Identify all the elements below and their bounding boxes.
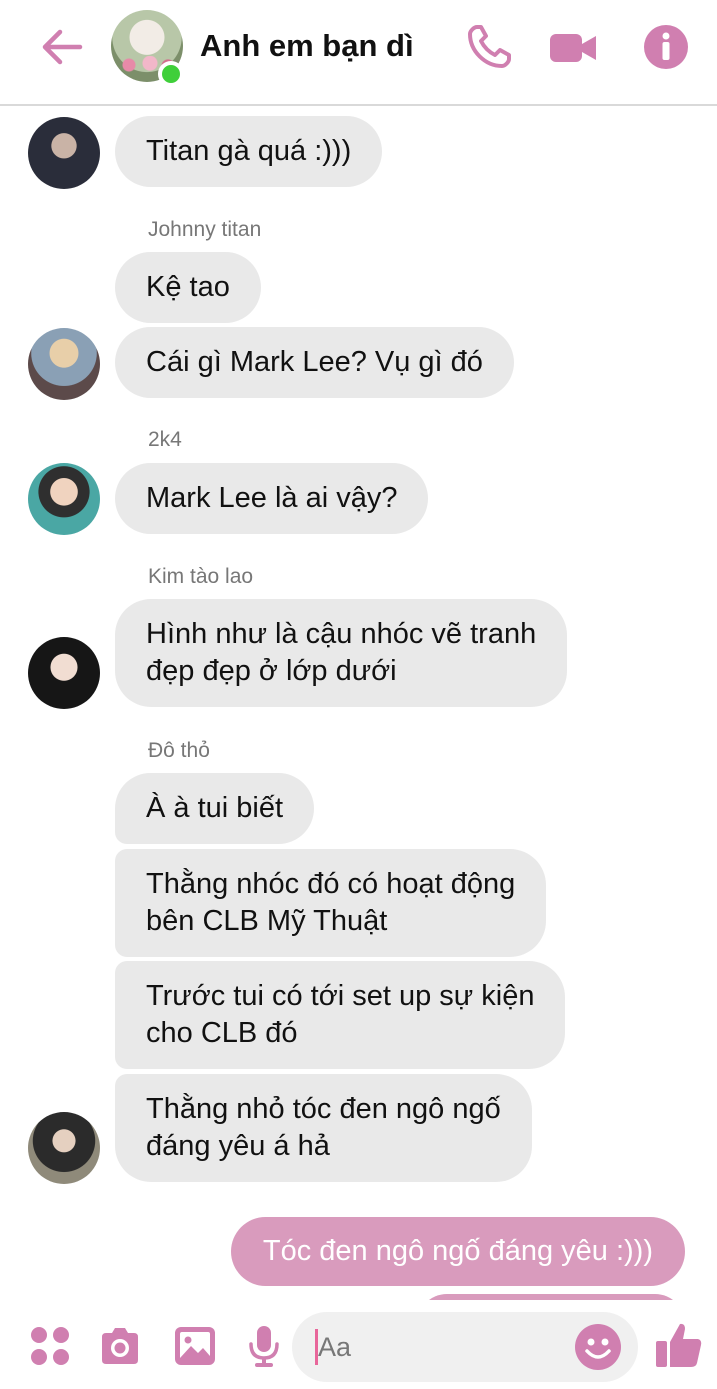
message-bubble[interactable]: Trước tui có tới set up sự kiện cho CLB … <box>115 961 566 1069</box>
message-line: cho CLB đó <box>146 1017 298 1049</box>
sender-name: Kim tào lao <box>148 565 254 588</box>
message-bubble[interactable]: Cái gì Mark Lee? Vụ gì đó <box>115 327 514 398</box>
message-line: đáng yêu á hả <box>146 1130 330 1162</box>
message-line: Trước tui có tới set up sự kiện <box>146 980 535 1012</box>
composer-bar: Aa <box>0 1300 717 1389</box>
photo-gallery-icon[interactable] <box>173 1324 217 1368</box>
message-line: Thằng nhóc đó có hoạt động <box>146 868 516 900</box>
sender-avatar[interactable] <box>28 117 100 189</box>
sender-name: Đô thỏ <box>148 739 210 762</box>
message-input[interactable]: Aa <box>292 1312 638 1382</box>
sender-name: Johnny titan <box>148 218 262 241</box>
sender-avatar[interactable] <box>28 1112 100 1184</box>
thumbs-up-icon[interactable] <box>654 1320 704 1370</box>
message-line: Thằng nhỏ tóc đen ngô ngố <box>146 1093 501 1125</box>
message-bubble[interactable]: Kệ tao <box>115 252 261 323</box>
my-message-bubble[interactable]: Tóc đen ngô ngố đáng yêu :))) <box>230 1217 685 1286</box>
message-bubble[interactable]: Thằng nhóc đó có hoạt động bên CLB Mỹ Th… <box>115 849 547 957</box>
sender-avatar[interactable] <box>28 328 100 400</box>
conversation-title[interactable]: Anh em bạn dì <box>200 28 414 64</box>
sender-avatar[interactable] <box>28 463 100 535</box>
message-bubble[interactable]: Hình như là cậu nhóc vẽ tranh đẹp đẹp ở … <box>115 599 568 707</box>
sender-avatar[interactable] <box>28 637 100 709</box>
sender-name: 2k4 <box>148 428 182 451</box>
message-bubble[interactable]: Titan gà quá :))) <box>115 116 383 187</box>
online-status-dot <box>158 61 184 87</box>
microphone-icon[interactable] <box>242 1324 286 1368</box>
message-line: À à tui biết <box>146 792 284 824</box>
message-bubble[interactable]: À à tui biết <box>115 773 315 844</box>
video-camera-icon[interactable] <box>548 22 598 72</box>
message-list[interactable]: Titan gà quá :))) Johnny titan Kệ tao Cá… <box>0 108 717 1300</box>
message-line: Hình như là cậu nhóc vẽ tranh <box>146 618 537 650</box>
message-bubble[interactable]: Thằng nhỏ tóc đen ngô ngố đáng yêu á hả <box>115 1074 532 1182</box>
message-bubble[interactable]: Mark Lee là ai vậy? <box>115 463 429 534</box>
more-actions-icon[interactable] <box>28 1324 72 1368</box>
chat-header: Anh em bạn dì <box>0 0 717 106</box>
message-line: đẹp đẹp ở lớp dưới <box>146 655 397 687</box>
back-arrow-icon[interactable] <box>38 24 84 70</box>
camera-icon[interactable] <box>98 1324 142 1368</box>
input-placeholder: Aa <box>318 1332 352 1362</box>
phone-icon[interactable] <box>464 22 514 72</box>
info-icon[interactable] <box>641 22 691 72</box>
emoji-icon[interactable] <box>574 1323 622 1371</box>
message-line: bên CLB Mỹ Thuật <box>146 905 388 937</box>
